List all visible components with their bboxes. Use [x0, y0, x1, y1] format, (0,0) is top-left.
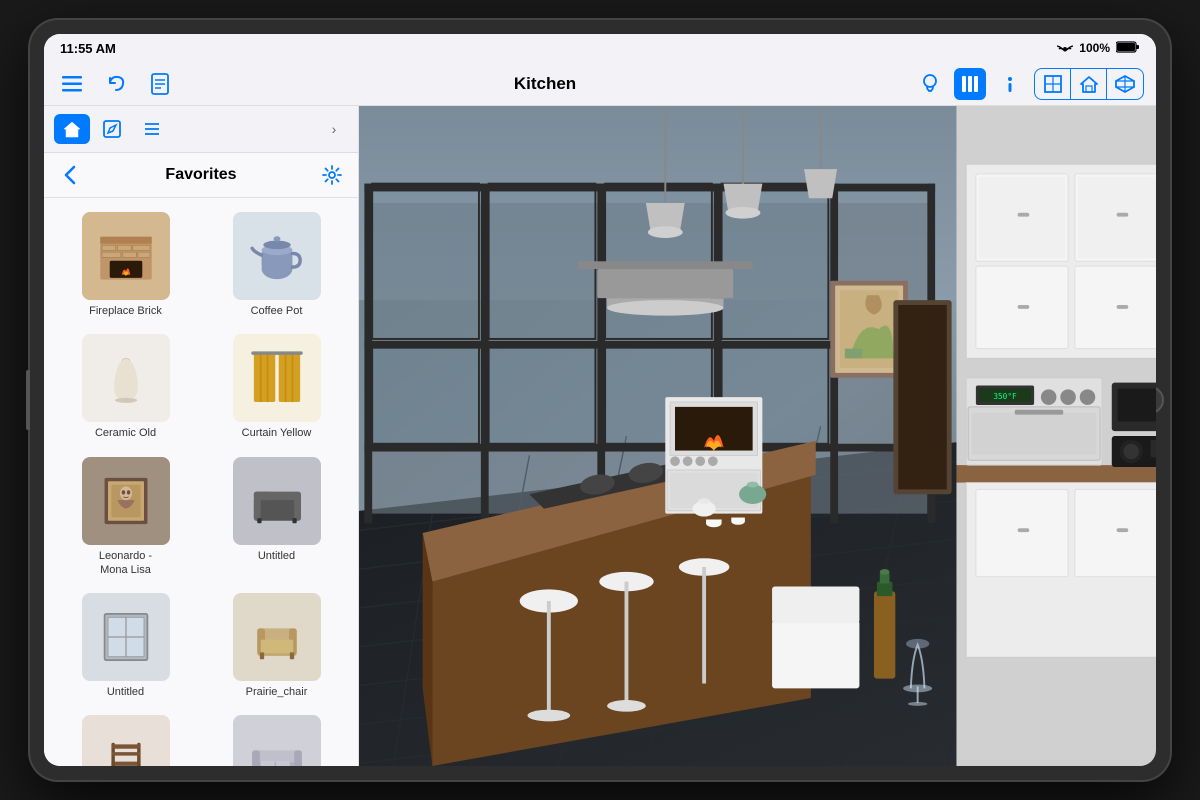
item-label: Untitled	[258, 549, 295, 563]
item-label: Coffee Pot	[251, 304, 303, 318]
item-thumbnail	[82, 715, 170, 766]
item-thumbnail	[233, 457, 321, 545]
list-item[interactable]: Curtain Yellow	[203, 328, 350, 446]
status-time: 11:55 AM	[60, 41, 116, 56]
status-bar: 11:55 AM 100%	[44, 34, 1156, 62]
item-label: Untitled	[107, 685, 144, 699]
item-thumbnail	[82, 212, 170, 300]
item-thumbnail	[233, 593, 321, 681]
wifi-icon	[1057, 41, 1073, 56]
ipad-frame: 11:55 AM 100%	[30, 20, 1170, 780]
lightbulb-button[interactable]	[914, 68, 946, 100]
item-label: Prairie_chair	[246, 685, 308, 699]
view-mode-group	[1034, 68, 1144, 100]
sidebar-tab-edit[interactable]	[94, 114, 130, 144]
list-item[interactable]: Ceramic Old	[52, 328, 199, 446]
status-right: 100%	[1057, 41, 1140, 56]
sidebar-tab-list[interactable]	[134, 114, 170, 144]
item-thumbnail	[82, 334, 170, 422]
item-label: Curtain Yellow	[242, 426, 312, 440]
battery-percentage: 100%	[1079, 41, 1110, 55]
ipad-screen: 11:55 AM 100%	[44, 34, 1156, 766]
main-content: › Favorites	[44, 106, 1156, 766]
list-item[interactable]: Coffee Pot	[203, 206, 350, 324]
item-thumbnail	[233, 334, 321, 422]
side-button[interactable]	[26, 370, 30, 430]
item-label: Leonardo - Mona Lisa	[99, 549, 152, 578]
favorites-settings-button[interactable]	[318, 161, 346, 189]
items-grid: Fireplace Brick	[44, 198, 358, 766]
toolbar-left	[56, 68, 176, 100]
list-item[interactable]: Untitled	[52, 587, 199, 705]
toolbar-right	[914, 68, 1144, 100]
house-view-button[interactable]	[1071, 69, 1107, 99]
scene-3d: 350°F	[359, 106, 1156, 766]
toolbar: Kitchen	[44, 62, 1156, 106]
list-item[interactable]: Fireplace Brick	[52, 206, 199, 324]
item-label: Fireplace Brick	[89, 304, 162, 318]
item-thumbnail	[233, 715, 321, 766]
list-item[interactable]: Untitled	[203, 451, 350, 584]
back-button[interactable]	[56, 161, 84, 189]
viewport[interactable]: 350°F	[359, 106, 1156, 766]
list-item[interactable]: Sofa3x_amazing	[203, 709, 350, 766]
sidebar-expand-button[interactable]: ›	[320, 115, 348, 143]
sidebar-tab-home[interactable]	[54, 114, 90, 144]
favorites-title: Favorites	[84, 166, 318, 184]
app-title: Kitchen	[188, 74, 902, 94]
sidebar-tabs: ›	[44, 106, 358, 153]
item-thumbnail	[82, 457, 170, 545]
document-button[interactable]	[144, 68, 176, 100]
undo-button[interactable]	[100, 68, 132, 100]
menu-button[interactable]	[56, 68, 88, 100]
item-thumbnail	[82, 593, 170, 681]
list-item[interactable]: Prairie_chair	[203, 587, 350, 705]
sidebar: › Favorites	[44, 106, 359, 766]
list-item[interactable]: Chair_002	[52, 709, 199, 766]
battery-icon	[1116, 41, 1140, 56]
floorplan-view-button[interactable]	[1035, 69, 1071, 99]
library-button[interactable]	[954, 68, 986, 100]
info-button[interactable]	[994, 68, 1026, 100]
list-item[interactable]: Leonardo - Mona Lisa	[52, 451, 199, 584]
svg-text:350°F: 350°F	[993, 392, 1017, 401]
item-thumbnail	[233, 212, 321, 300]
favorites-header: Favorites	[44, 153, 358, 198]
item-label: Ceramic Old	[95, 426, 156, 440]
3d-view-button[interactable]	[1107, 69, 1143, 99]
